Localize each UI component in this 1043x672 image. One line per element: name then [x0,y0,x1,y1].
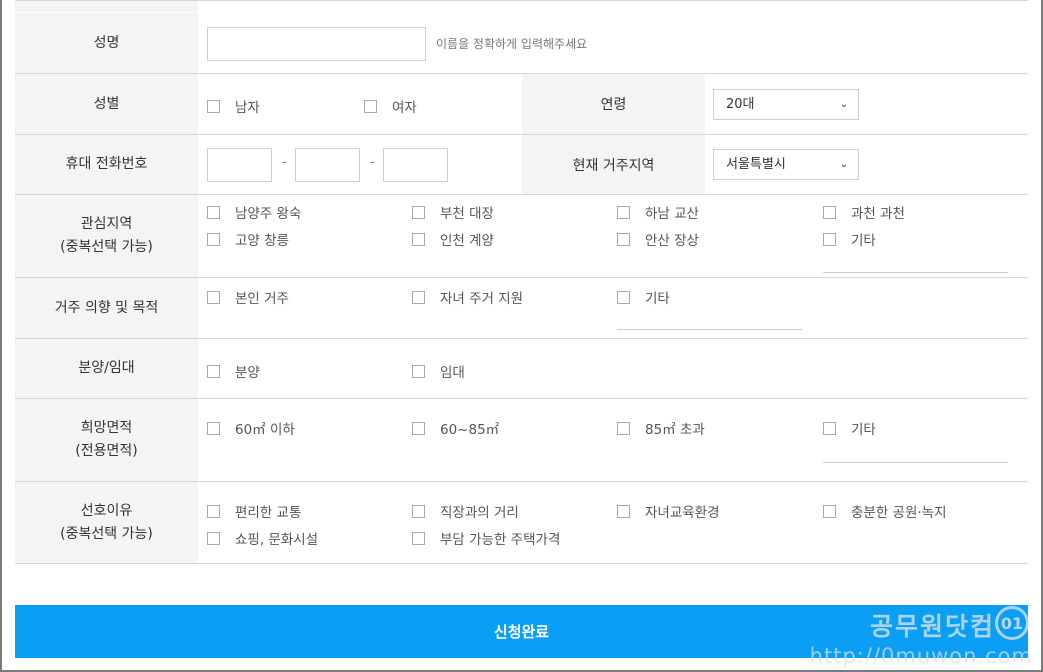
interest-option-other[interactable]: 기타 [823,229,876,249]
phone-input-1[interactable] [207,148,272,182]
row-interest-region: 관심지역 (중복선택 가능) 남양주 왕숙 부천 대장 하남 교산 과천 과천 … [15,195,1028,278]
checkbox[interactable] [617,421,630,435]
reason-label: 선호이유 (중복선택 가능) [15,482,198,563]
row-purpose: 거주 의향 및 목적 본인 거주 자녀 주거 지원 기타 [15,278,1028,339]
phone-separator: - [282,155,287,170]
checkbox[interactable] [823,421,836,435]
chevron-down-icon: ⌄ [839,159,848,170]
watermark-title: 공무원닷컴 [869,612,995,641]
checkbox[interactable] [207,99,220,113]
purpose-other-input[interactable] [617,329,802,330]
checkbox[interactable] [412,504,425,518]
checkbox[interactable] [412,421,425,435]
phone-separator: - [370,155,375,170]
checkbox[interactable] [617,232,630,246]
checkbox[interactable] [207,504,220,518]
gender-option-female[interactable]: 여자 [364,96,417,116]
checkbox[interactable] [364,99,377,113]
interest-option[interactable]: 인천 계양 [412,229,494,249]
interest-option[interactable]: 고양 창릉 [207,229,289,249]
purpose-option[interactable]: 자녀 주거 지원 [412,287,523,307]
checkbox[interactable] [412,205,425,219]
area-option[interactable]: 85㎡ 초과 [617,418,705,438]
checkbox[interactable] [412,232,425,246]
interest-option[interactable]: 하남 교산 [617,202,699,222]
row-area: 희망면적 (전용면적) 60㎡ 이하 60~85㎡ 85㎡ 초과 기타 [15,399,1028,482]
watermark-logo-icon: 01 [995,606,1029,640]
checkbox[interactable] [617,290,630,304]
checkbox[interactable] [207,531,220,545]
interest-option[interactable]: 남양주 왕숙 [207,202,301,222]
interest-option[interactable]: 안산 장상 [617,229,699,249]
reason-option[interactable]: 쇼핑, 문화시설 [207,528,318,548]
checkbox[interactable] [207,290,220,304]
residence-select[interactable]: 서울특별시 ⌄ [713,149,859,180]
type-label: 분양/임대 [15,339,198,398]
interest-option[interactable]: 부천 대장 [412,202,494,222]
checkbox[interactable] [207,364,220,378]
row-phone-residence: 휴대 전화번호 - - 현재 거주지역 서울특별시 ⌄ [15,135,1028,195]
reason-option[interactable]: 자녀교육환경 [617,501,720,521]
purpose-label: 거주 의향 및 목적 [15,278,198,338]
purpose-option-other[interactable]: 기타 [617,287,670,307]
checkbox[interactable] [617,205,630,219]
interest-option[interactable]: 과천 과천 [823,202,905,222]
reason-option[interactable]: 부담 가능한 주택가격 [412,528,560,548]
gender-option-male[interactable]: 남자 [207,96,260,116]
age-label: 연령 [522,74,705,134]
interest-region-label: 관심지역 (중복선택 가능) [15,195,198,277]
reason-option[interactable]: 편리한 교통 [207,501,301,521]
checkbox[interactable] [823,232,836,246]
area-option[interactable]: 60~85㎡ [412,418,499,438]
row-reason: 선호이유 (중복선택 가능) 편리한 교통 직장과의 거리 자녀교육환경 충분한… [15,482,1028,564]
purpose-option[interactable]: 본인 거주 [207,287,289,307]
residence-label: 현재 거주지역 [522,135,705,194]
phone-input-3[interactable] [383,148,448,182]
area-option-other[interactable]: 기타 [823,418,876,438]
age-select[interactable]: 20대 ⌄ [713,89,859,120]
name-label: 성명 [15,13,198,73]
type-option-rent[interactable]: 임대 [412,361,465,381]
checkbox[interactable] [207,421,220,435]
area-other-input[interactable] [823,462,1008,463]
phone-label: 휴대 전화번호 [15,135,198,194]
area-option[interactable]: 60㎡ 이하 [207,418,295,438]
type-option-sale[interactable]: 분양 [207,361,260,381]
checkbox[interactable] [412,364,425,378]
row-name: 성명 이름을 정확하게 입력해주세요 [15,13,1028,74]
name-hint: 이름을 정확하게 입력해주세요 [436,37,588,51]
row-type: 분양/임대 분양 임대 [15,339,1028,399]
checkbox[interactable] [412,290,425,304]
top-row-remnant [15,0,198,12]
checkbox[interactable] [617,504,630,518]
reason-option[interactable]: 직장과의 거리 [412,501,519,521]
row-gender-age: 성별 남자 여자 연령 20대 ⌄ [15,74,1028,135]
checkbox[interactable] [823,205,836,219]
interest-other-input[interactable] [823,272,1008,273]
chevron-down-icon: ⌄ [839,99,848,110]
phone-input-2[interactable] [295,148,360,182]
name-input[interactable] [207,27,426,61]
reason-option[interactable]: 충분한 공원·녹지 [823,501,947,521]
checkbox[interactable] [207,205,220,219]
checkbox[interactable] [823,504,836,518]
application-form: 성명 이름을 정확하게 입력해주세요 성별 남자 여자 연령 20대 ⌄ 휴대 … [15,0,1028,564]
checkbox[interactable] [412,531,425,545]
watermark-url: http://0muwon.com [809,644,1033,668]
checkbox[interactable] [207,232,220,246]
gender-label: 성별 [15,74,198,134]
area-label: 희망면적 (전용면적) [15,399,198,481]
